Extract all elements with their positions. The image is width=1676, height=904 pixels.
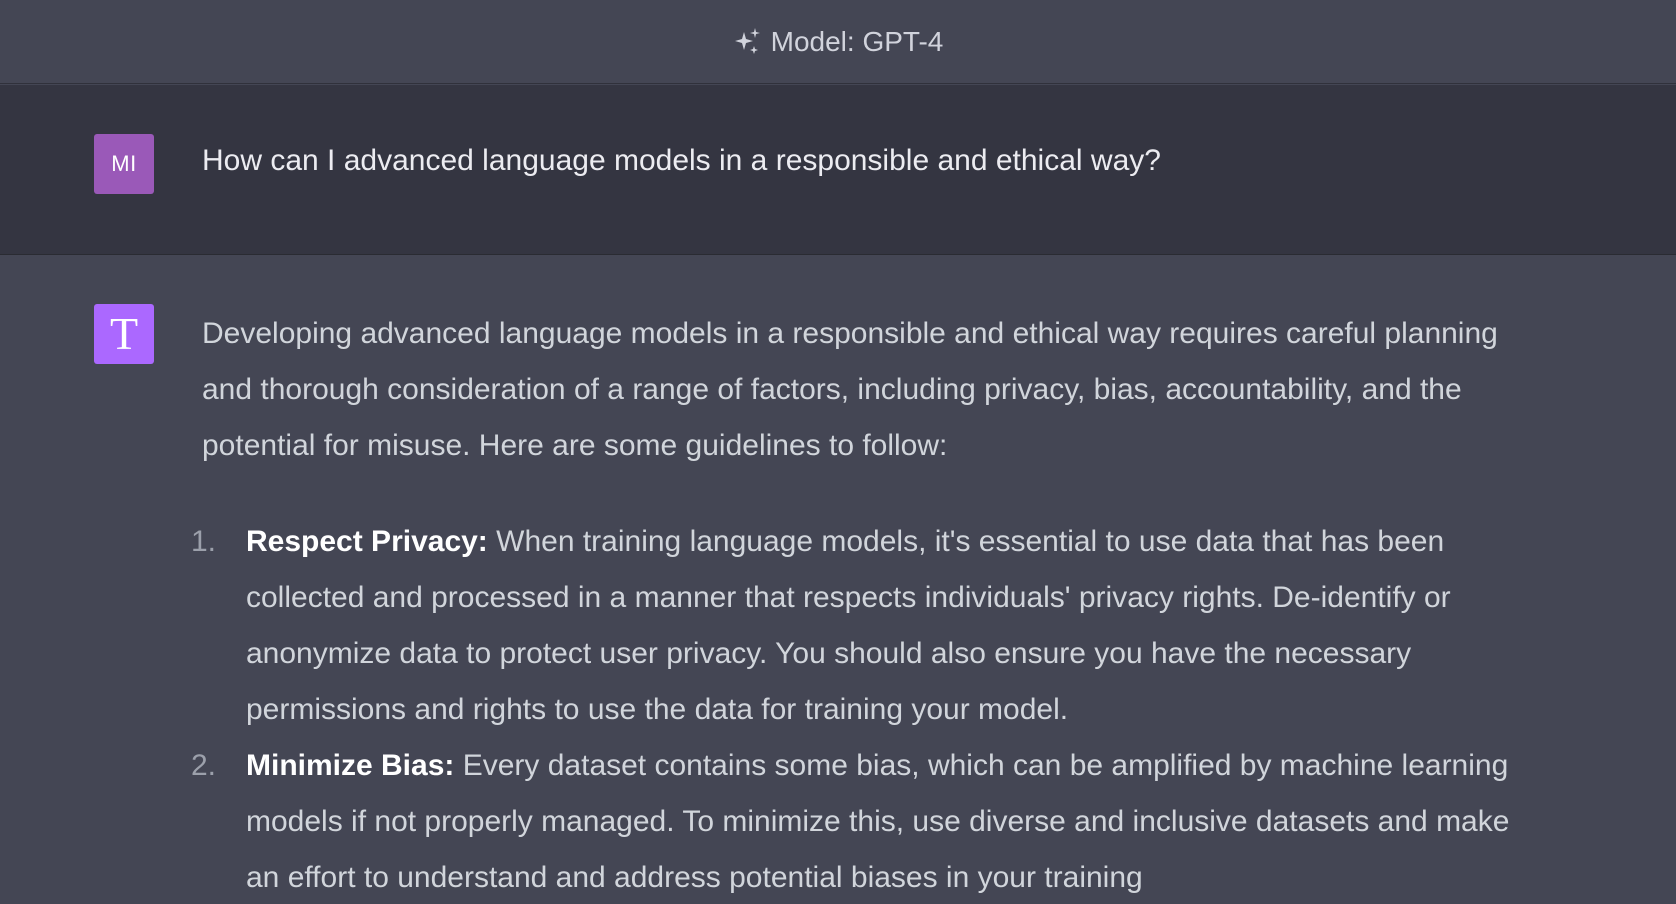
- assistant-message: Developing advanced language models in a…: [191, 306, 1532, 904]
- list-item-number: 2.: [191, 749, 217, 782]
- chat-header: Model: GPT-4: [0, 0, 1676, 84]
- list-item-title: Respect Privacy:: [246, 525, 497, 558]
- list-item-number: 1.: [191, 525, 217, 558]
- user-message-row: MI How can I advanced language models in…: [0, 85, 1676, 255]
- list-item-title: Minimize Bias:: [246, 749, 463, 782]
- assistant-intro: Developing advanced language models in a…: [202, 317, 1498, 462]
- user-avatar: MI: [94, 134, 154, 194]
- list-item: 2. Minimize Bias: Every dataset contains…: [191, 738, 1532, 904]
- user-message-text: How can I advanced language models in a …: [202, 144, 1161, 177]
- list-item: 1. Respect Privacy: When training langua…: [191, 514, 1532, 738]
- model-indicator: Model: GPT-4: [733, 25, 944, 58]
- chat-page: Model: GPT-4 MI How can I advanced langu…: [0, 0, 1676, 904]
- sparkle-icon: [733, 27, 763, 57]
- assistant-avatar: T: [94, 304, 154, 364]
- guidelines-list: 1. Respect Privacy: When training langua…: [191, 514, 1532, 904]
- model-label: Model: GPT-4: [770, 25, 944, 57]
